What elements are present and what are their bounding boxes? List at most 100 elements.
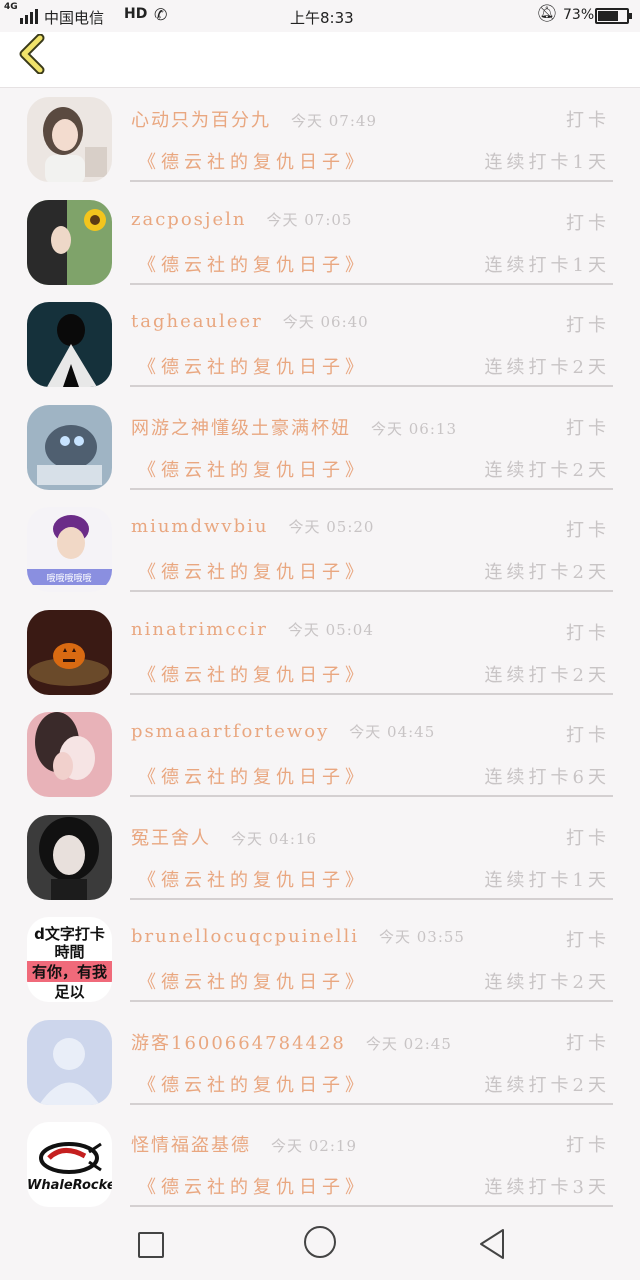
avatar[interactable] bbox=[27, 302, 112, 387]
avatar[interactable]: WhaleRocket bbox=[27, 1122, 112, 1207]
list-item[interactable]: 冤王舍人 今天 04:16 打卡《德云社的复仇日子》 连续打卡1天 bbox=[0, 806, 640, 909]
list-item[interactable]: 哦哦哦哦哦 miumdwvbiu 今天 05:20 打卡 《德云社的复仇日子》 连续打卡2… bbox=[0, 498, 640, 601]
circle-icon[interactable] bbox=[304, 1226, 336, 1258]
user-name-text: 网游之神懂级土豪满杯妞 bbox=[131, 417, 351, 439]
row-divider bbox=[130, 692, 613, 695]
user-name[interactable]: tagheauleer 今天 06:40 bbox=[131, 311, 369, 332]
user-name[interactable]: 冤王舍人 今天 04:16 bbox=[131, 824, 317, 850]
list-item[interactable]: d文字打卡 時間 有你，有我 足以 brunellocuqcpuinelli 今天 03:… bbox=[0, 908, 640, 1011]
network-type: 4G bbox=[4, 2, 18, 12]
avatar[interactable] bbox=[27, 712, 112, 797]
carrier-name: 中国电信 bbox=[44, 9, 105, 27]
list-item[interactable]: zacposjeln 今天 07:05 打卡 《德云社的复仇日子》 连续打卡1天 bbox=[0, 191, 640, 294]
list-item[interactable]: 游客1600664784428 今天 02:45 打卡《德云社的复仇日子》 连续打卡2… bbox=[0, 1011, 640, 1114]
checkin-button[interactable]: 打卡 bbox=[566, 1029, 610, 1055]
checkin-time: 今天 04:16 bbox=[231, 829, 317, 848]
book-title-link[interactable]: 《德云社的复仇日子》 bbox=[138, 763, 368, 789]
streak-count: 连续打卡2天 bbox=[484, 459, 610, 481]
user-name[interactable]: 网游之神懂级土豪满杯妞 今天 06:13 bbox=[131, 414, 457, 440]
user-name-text: 冤王舍人 bbox=[131, 827, 211, 849]
book-title-link[interactable]: 《德云社的复仇日子》 bbox=[138, 661, 368, 687]
top-nav-bar bbox=[0, 32, 640, 88]
checkin-button[interactable]: 打卡 bbox=[566, 721, 610, 747]
user-name-text: brunellocuqcpuinelli bbox=[131, 926, 359, 947]
list-item[interactable]: 心动只为百分九 今天 07:49 打卡《德云社的复仇日子》 连续打卡1天 bbox=[0, 88, 640, 191]
avatar[interactable]: 哦哦哦哦哦 bbox=[27, 507, 112, 592]
book-title-link[interactable]: 《德云社的复仇日子》 bbox=[138, 866, 368, 892]
book-title-link[interactable]: 《德云社的复仇日子》 bbox=[138, 456, 368, 482]
streak-count: 连续打卡1天 bbox=[484, 152, 610, 173]
book-title-link[interactable]: 《德云社的复仇日子》 bbox=[138, 968, 368, 994]
streak-count: 连续打卡1天 bbox=[484, 869, 610, 891]
book-title-link[interactable]: 《德云社的复仇日子》 bbox=[138, 251, 368, 277]
checkin-button[interactable]: 打卡 bbox=[566, 311, 610, 337]
checkin-button[interactable]: 打卡 bbox=[566, 1131, 610, 1157]
avatar[interactable] bbox=[27, 814, 112, 900]
triangle-back-icon[interactable] bbox=[478, 1228, 506, 1260]
avatar[interactable] bbox=[27, 404, 112, 490]
chevron-left-icon[interactable] bbox=[14, 34, 54, 74]
battery-icon bbox=[595, 8, 632, 24]
square-icon[interactable] bbox=[138, 1232, 164, 1258]
clock: 上午8:33 bbox=[290, 9, 354, 27]
checkin-list: 心动只为百分九 今天 07:49 打卡 《德云社的复仇日子》 连续打卡1天 zacposj… bbox=[0, 88, 640, 1208]
avatar[interactable] bbox=[27, 1019, 112, 1105]
list-item[interactable]: tagheauleer 今天 06:40 打卡《德云社的复仇日子》 连续打卡2天 bbox=[0, 293, 640, 396]
book-title-link[interactable]: 《德云社的复仇日子》 bbox=[138, 558, 368, 584]
book-title-link[interactable]: 《德云社的复仇日子》 bbox=[138, 148, 368, 174]
checkin-button[interactable]: 打卡 bbox=[566, 926, 610, 952]
user-name[interactable]: brunellocuqcpuinelli 今天 03:55 bbox=[131, 926, 465, 947]
user-name-text: miumdwvbiu bbox=[131, 516, 269, 537]
hd-indicator: HD bbox=[124, 6, 148, 22]
system-nav-bar bbox=[0, 1208, 640, 1280]
row-divider bbox=[130, 487, 613, 490]
list-item[interactable]: psmaaartfortewoy 今天 04:45 打卡 《德云社的复仇日子》 连续打卡… bbox=[0, 703, 640, 806]
user-name[interactable]: 游客1600664784428 今天 02:45 bbox=[131, 1029, 452, 1055]
avatar[interactable] bbox=[27, 97, 112, 182]
call-icon: ✆ bbox=[154, 5, 168, 24]
list-item[interactable]: WhaleRocket 怪情福盗基德 今天 02:19 打卡《德云社的复仇日子》 连续打… bbox=[0, 1113, 640, 1208]
checkin-button[interactable]: 打卡 bbox=[566, 619, 610, 645]
user-name[interactable]: zacposjeln 今天 07:05 bbox=[131, 209, 352, 230]
list-item[interactable]: ninatrimccir 今天 05:04 打卡《德云社的复仇日子》 连续打卡2天 bbox=[0, 601, 640, 704]
user-name-text: 心动只为百分九 bbox=[131, 110, 271, 131]
book-title-link[interactable]: 《德云社的复仇日子》 bbox=[138, 1173, 368, 1199]
avatar-text-line: 有你，有我 bbox=[27, 961, 112, 982]
user-name[interactable]: ninatrimccir 今天 05:04 bbox=[131, 619, 374, 640]
user-name[interactable]: 心动只为百分九 今天 07:49 bbox=[131, 106, 377, 132]
battery-percent: 73% bbox=[563, 7, 595, 23]
user-name-text: zacposjeln bbox=[131, 208, 247, 230]
book-title-link[interactable]: 《德云社的复仇日子》 bbox=[138, 1071, 368, 1097]
row-divider bbox=[130, 180, 613, 182]
checkin-button[interactable]: 打卡 bbox=[566, 106, 610, 132]
checkin-button[interactable]: 打卡 bbox=[566, 209, 610, 235]
book-title-link[interactable]: 《德云社的复仇日子》 bbox=[138, 353, 368, 379]
checkin-time: 今天 05:04 bbox=[287, 620, 374, 639]
signal-icon bbox=[20, 6, 38, 24]
checkin-time: 今天 02:19 bbox=[271, 1137, 357, 1155]
row-divider bbox=[130, 385, 613, 387]
user-name[interactable]: 怪情福盗基德 今天 02:19 bbox=[131, 1131, 357, 1157]
user-name[interactable]: miumdwvbiu 今天 05:20 bbox=[131, 516, 374, 537]
row-divider bbox=[130, 1205, 613, 1207]
streak-count: 连续打卡3天 bbox=[484, 1177, 610, 1198]
user-name[interactable]: psmaaartfortewoy 今天 04:45 bbox=[131, 721, 435, 742]
streak-count: 连续打卡2天 bbox=[484, 1074, 610, 1096]
avatar[interactable] bbox=[27, 609, 112, 695]
checkin-button[interactable]: 打卡 bbox=[566, 414, 610, 440]
avatar-text-line: 時間 bbox=[54, 943, 85, 961]
checkin-time: 今天 07:49 bbox=[291, 112, 377, 130]
checkin-button[interactable]: 打卡 bbox=[566, 824, 610, 850]
streak-count: 连续打卡2天 bbox=[484, 664, 610, 686]
checkin-button[interactable]: 打卡 bbox=[566, 516, 610, 542]
list-item[interactable]: 网游之神懂级土豪满杯妞 今天 06:13 打卡《德云社的复仇日子》 连续打卡2天 bbox=[0, 396, 640, 499]
row-divider bbox=[130, 1102, 613, 1105]
user-name-text: 游客1600664784428 bbox=[131, 1032, 346, 1054]
streak-count: 连续打卡2天 bbox=[484, 972, 610, 993]
streak-count: 连续打卡2天 bbox=[484, 357, 610, 378]
avatar[interactable]: d文字打卡 時間 有你，有我 足以 bbox=[27, 917, 112, 1002]
avatar-text-line: 足以 bbox=[54, 983, 85, 1001]
checkin-time: 今天 05:20 bbox=[288, 518, 375, 536]
checkin-time: 今天 03:55 bbox=[378, 928, 465, 946]
avatar[interactable] bbox=[27, 199, 112, 285]
